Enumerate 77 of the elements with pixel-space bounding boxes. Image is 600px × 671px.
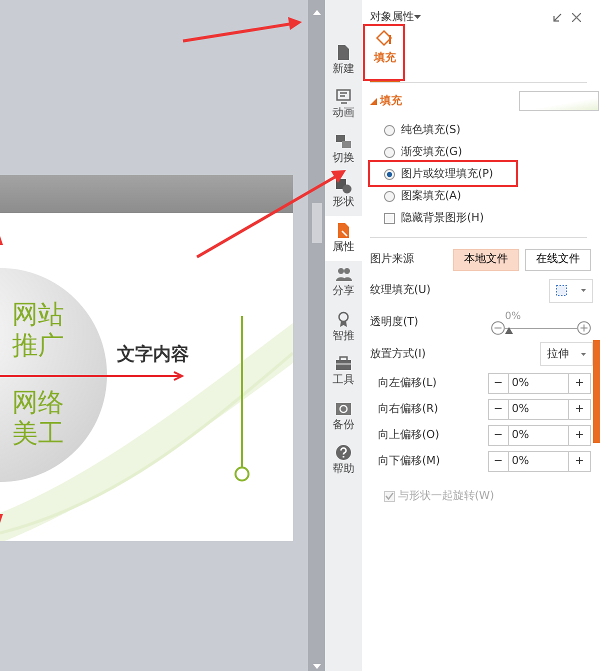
- field-label: 向右偏移(R): [377, 400, 440, 417]
- people-icon: [335, 266, 352, 283]
- field-label: 向左偏移(L): [377, 374, 438, 391]
- decrement-button[interactable]: −: [488, 426, 509, 444]
- field-label: 纹理填充(U): [370, 282, 432, 298]
- placement-dropdown[interactable]: 拉伸: [540, 342, 593, 366]
- scroll-down-icon[interactable]: [312, 664, 320, 669]
- field-label: 向下偏移(M): [377, 452, 442, 469]
- field-label: 图片来源: [370, 251, 414, 268]
- scroll-up-icon[interactable]: [312, 10, 320, 15]
- slider-reading: 0%: [505, 310, 521, 324]
- slide-caption: 文字内容: [117, 343, 189, 367]
- decrement-button[interactable]: −: [488, 400, 509, 418]
- increment-button[interactable]: +: [568, 400, 590, 418]
- close-icon[interactable]: [572, 12, 581, 22]
- increment-button[interactable]: +: [568, 426, 590, 444]
- spin-value[interactable]: 0%: [508, 374, 568, 392]
- increment-button[interactable]: +: [568, 452, 590, 470]
- panel-title[interactable]: 对象属性: [370, 8, 414, 26]
- field-label: 透明度(T): [370, 314, 420, 330]
- caret-icon[interactable]: [414, 15, 421, 19]
- side-tab[interactable]: 新建: [325, 38, 362, 82]
- decrement-button[interactable]: −: [488, 374, 509, 392]
- field-label: 放置方式(I): [370, 346, 427, 362]
- radio-button[interactable]: [384, 168, 395, 180]
- radio-button[interactable]: [384, 190, 395, 202]
- side-tab[interactable]: 形状: [325, 172, 362, 216]
- option-label: 纯色填充(S): [401, 122, 461, 138]
- source-button[interactable]: 本地文件: [453, 248, 519, 270]
- texture-dropdown[interactable]: [549, 278, 593, 302]
- fill-preview[interactable]: [519, 91, 599, 111]
- side-tab[interactable]: 切换: [325, 127, 362, 172]
- texture-swatch-icon: [556, 285, 567, 296]
- source-button[interactable]: 在线文件: [525, 248, 591, 270]
- option-label: 与形状一起旋转(W): [398, 488, 494, 504]
- side-tab[interactable]: 分享: [325, 260, 362, 305]
- expand-icon: [370, 98, 377, 104]
- shapes-icon: [335, 177, 352, 194]
- slideshow-icon: [335, 88, 352, 105]
- side-tab[interactable]: 帮助: [325, 438, 362, 483]
- transition-icon: [335, 132, 352, 150]
- arrow-tip: [0, 514, 3, 523]
- dock-icon[interactable]: [553, 12, 562, 22]
- scrollbar[interactable]: [308, 0, 325, 671]
- option-label: 渐变填充(G): [401, 144, 462, 160]
- spin-value[interactable]: 0%: [508, 452, 568, 470]
- spin-value[interactable]: 0%: [508, 426, 568, 444]
- plus-icon[interactable]: [577, 321, 591, 335]
- properties-icon: [335, 222, 352, 238]
- circle-label: 网站推广: [12, 300, 65, 362]
- help-icon: [335, 444, 352, 461]
- decrement-button[interactable]: −: [488, 452, 509, 470]
- document-icon: [335, 44, 352, 60]
- minus-icon[interactable]: [491, 321, 505, 335]
- arrow-tip: [0, 236, 3, 245]
- scrollbar-thumb[interactable]: [312, 203, 322, 243]
- paint-bucket-icon: [375, 29, 395, 47]
- caret-icon[interactable]: [581, 289, 586, 292]
- side-tab[interactable]: 工具: [325, 350, 362, 394]
- checkbox[interactable]: [384, 212, 395, 224]
- increment-button[interactable]: +: [568, 374, 590, 392]
- side-tab[interactable]: 智推: [325, 305, 362, 350]
- circle-label: 网络美工: [12, 388, 65, 450]
- highlight-frame: [363, 24, 405, 81]
- side-tab[interactable]: 动画: [325, 82, 362, 127]
- field-label: 向上偏移(O): [377, 426, 440, 443]
- panel-collapse-handle[interactable]: [593, 340, 600, 443]
- radio-button[interactable]: [384, 124, 395, 136]
- spin-value[interactable]: 0%: [508, 400, 568, 418]
- option-label: 图片或纹理填充(P): [401, 166, 494, 182]
- caret-icon[interactable]: [581, 352, 586, 356]
- toolbox-icon: [335, 355, 352, 372]
- side-tab[interactable]: 属性: [325, 216, 362, 260]
- side-tab[interactable]: 备份: [325, 394, 362, 438]
- option-label: 图案填充(A): [401, 188, 462, 204]
- radio-button[interactable]: [384, 146, 395, 158]
- option-label: 隐藏背景图形(H): [401, 210, 484, 226]
